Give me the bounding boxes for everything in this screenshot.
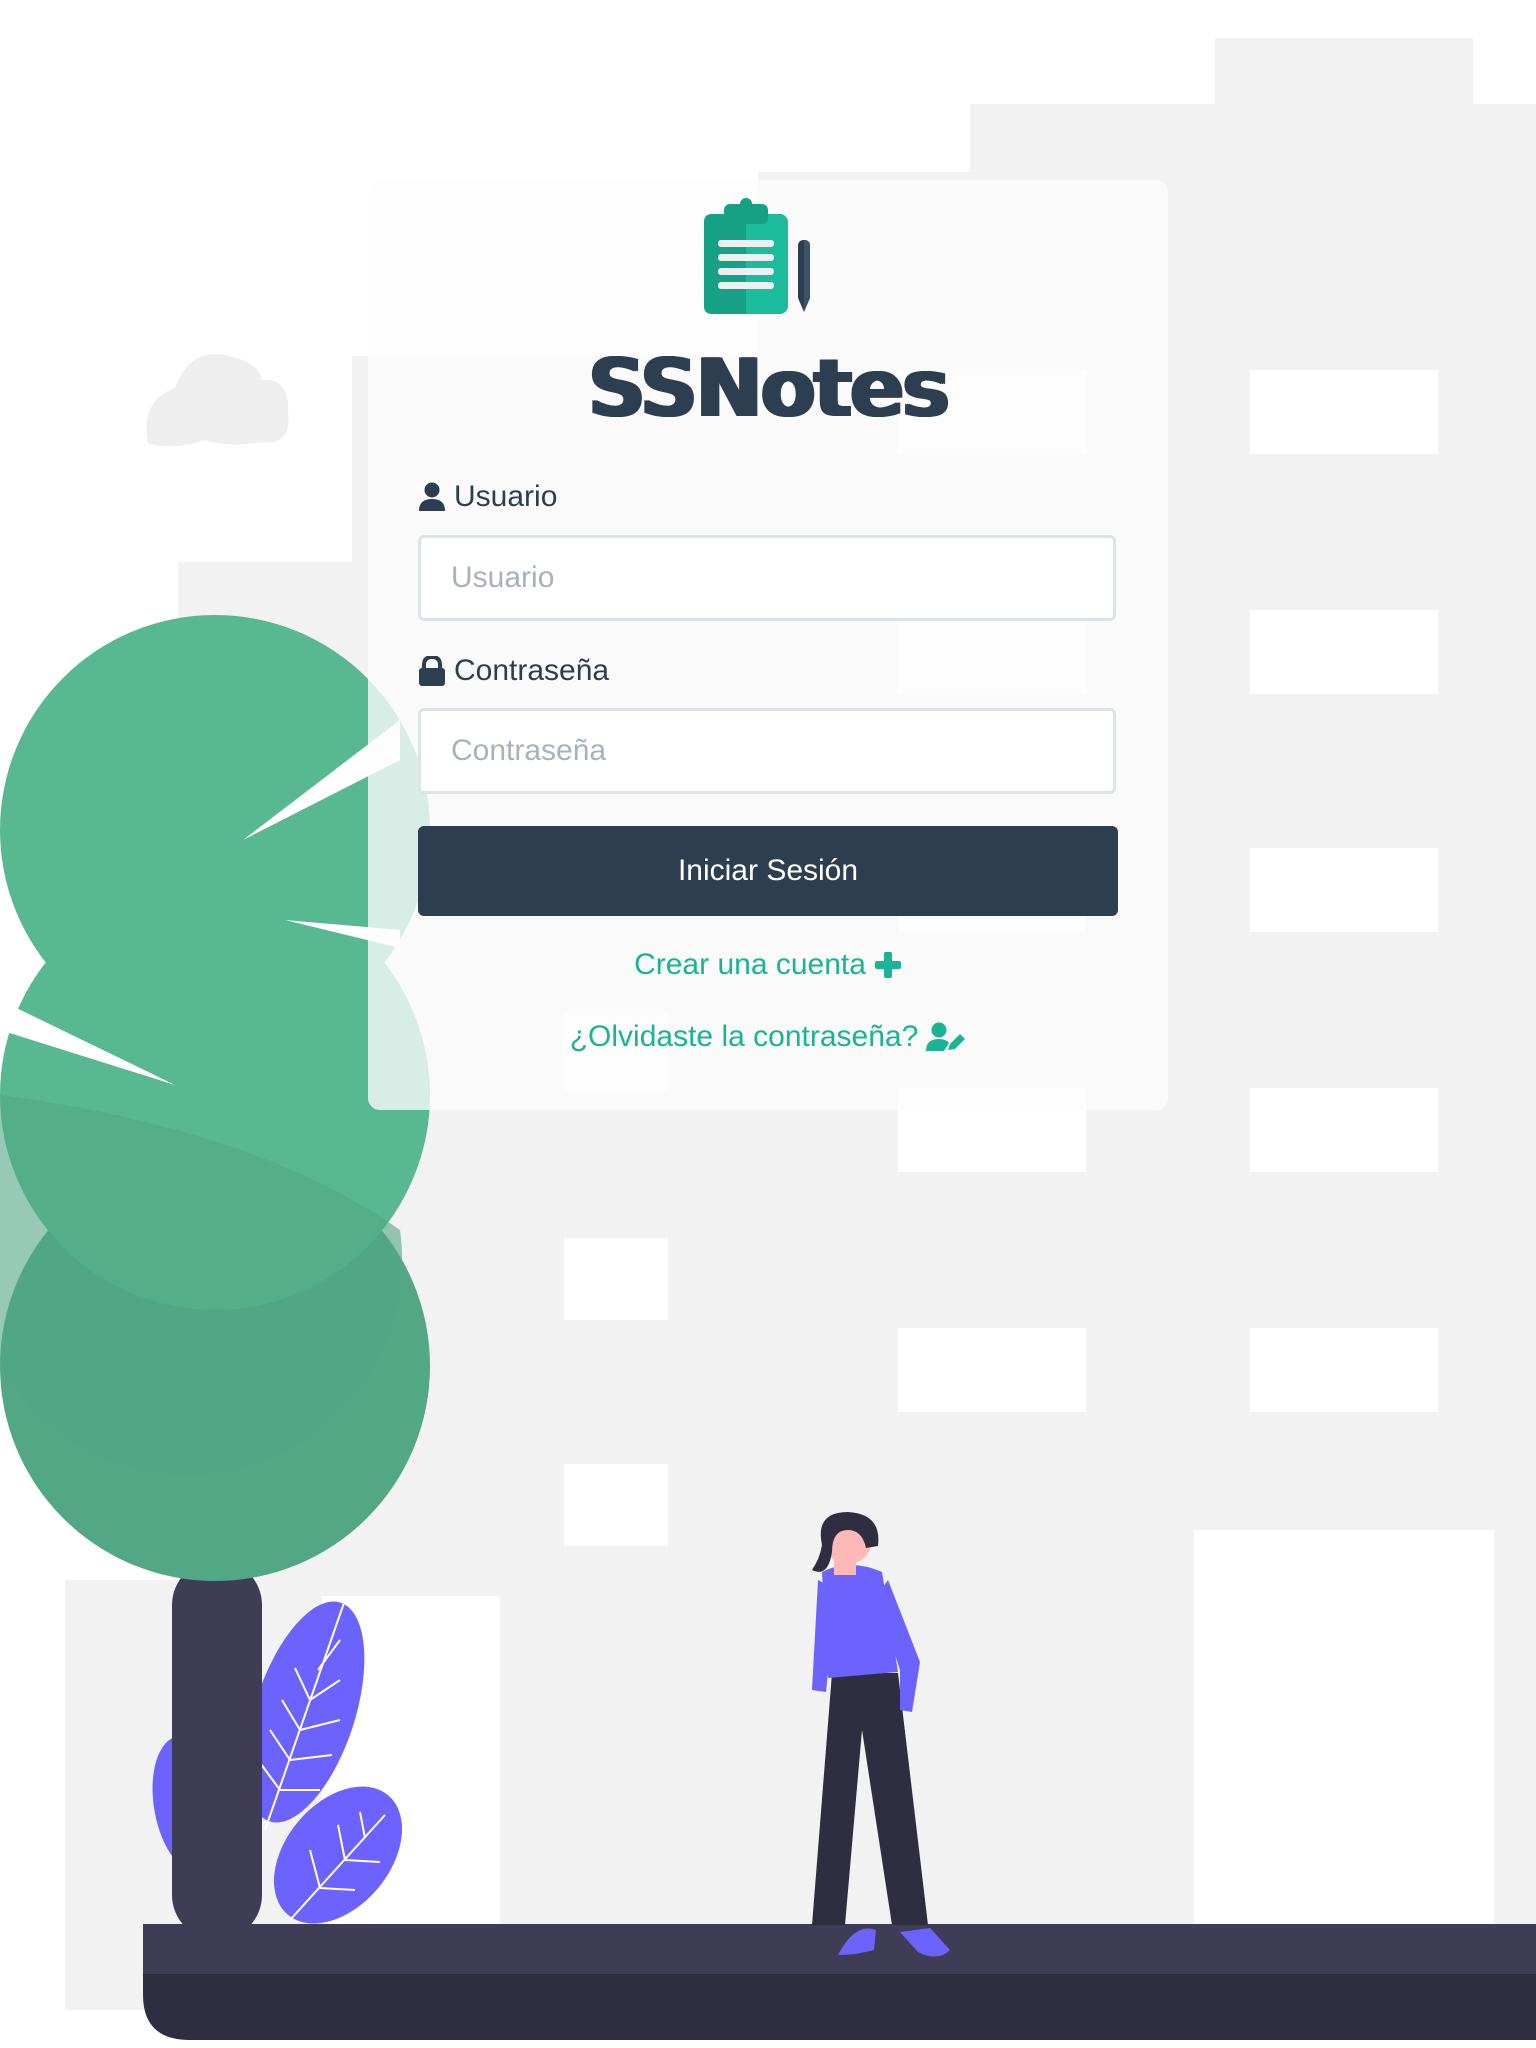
create-account-link-text: Crear una cuenta: [634, 948, 866, 981]
user-icon: [419, 482, 445, 511]
password-label-text: Contraseña: [454, 654, 610, 687]
lock-icon: [419, 656, 445, 686]
username-label: Usuario: [418, 480, 557, 514]
create-account-link[interactable]: Crear una cuenta: [368, 948, 1168, 982]
ground: [143, 1924, 1536, 2040]
forgot-password-link[interactable]: ¿Olvidaste la contraseña?: [368, 1020, 1168, 1054]
login-button[interactable]: Iniciar Sesión: [418, 826, 1118, 916]
app-title: SSNotes: [588, 342, 950, 435]
login-card: SSNotes Usuario Contraseña Iniciar Sesió…: [368, 180, 1168, 1110]
username-input[interactable]: [418, 535, 1116, 621]
password-input[interactable]: [418, 708, 1116, 794]
cloud: [146, 354, 289, 447]
username-label-text: Usuario: [454, 480, 558, 513]
user-edit-icon: [926, 1022, 966, 1051]
forgot-password-link-text: ¿Olvidaste la contraseña?: [569, 1020, 919, 1053]
plus-icon: [874, 952, 901, 978]
password-label: Contraseña: [418, 654, 609, 688]
clipboard-pencil-icon: [704, 198, 810, 314]
